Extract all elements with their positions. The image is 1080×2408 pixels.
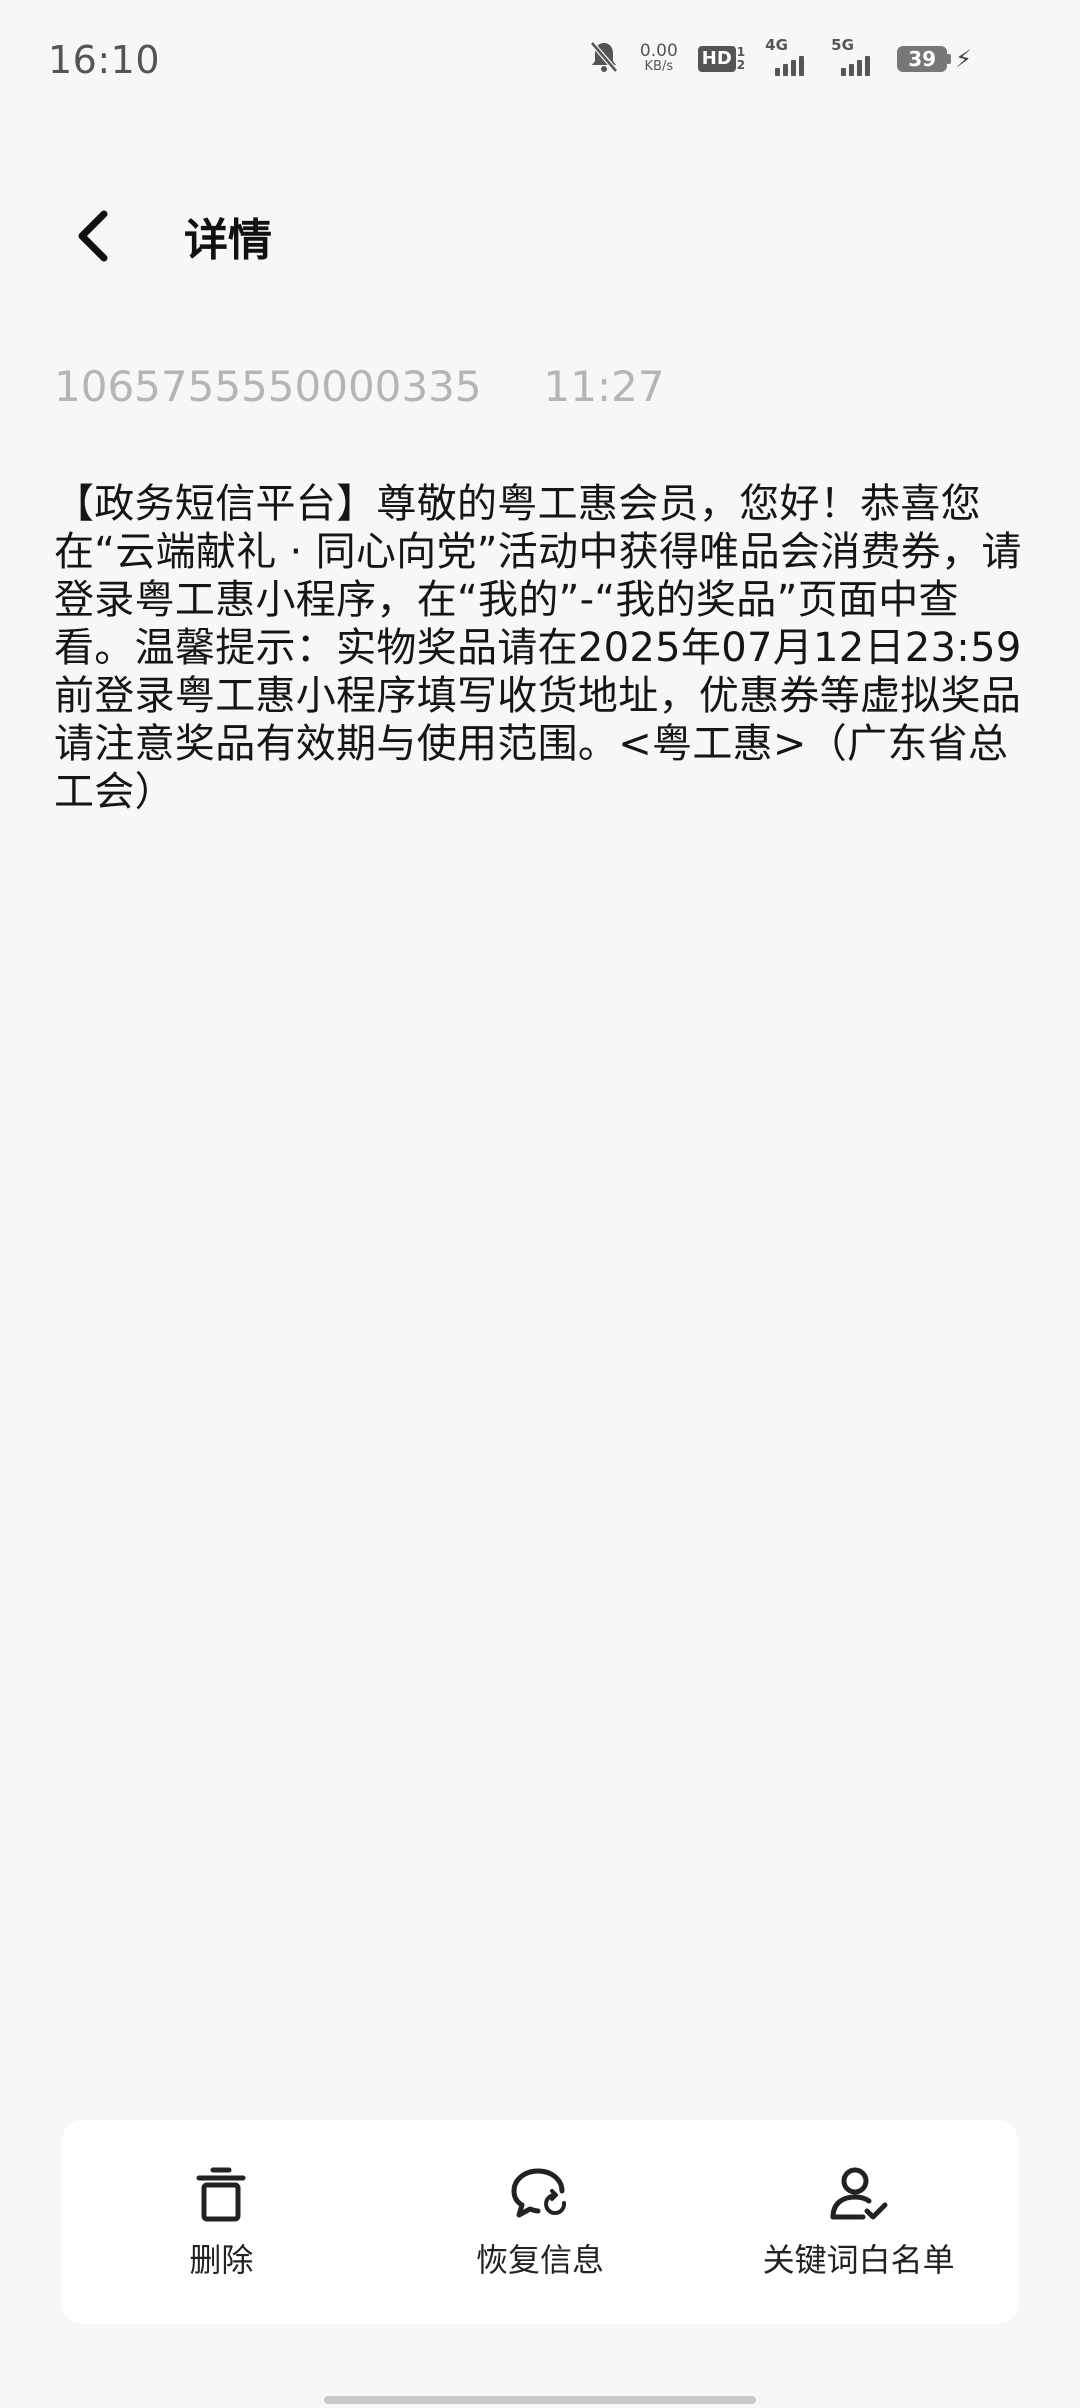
sender-number: 1065755550000335 [54, 362, 482, 411]
restore-message-button[interactable]: 恢复信息 [390, 2163, 690, 2281]
status-icons: 0.00 KB/s HD 1 2 4G 5G 39 ⚡ [588, 36, 972, 78]
delete-button[interactable]: 删除 [71, 2163, 371, 2281]
hd-icon: HD 1 2 [697, 46, 746, 72]
signal-4g-icon: 4G [765, 36, 811, 76]
hd-sub-bottom: 2 [736, 58, 746, 72]
network-speed: 0.00 KB/s [640, 43, 678, 75]
signal-5g-label: 5G [831, 36, 854, 54]
trash-icon [189, 2163, 253, 2227]
chat-restore-icon [508, 2163, 572, 2227]
message-time: 11:27 [543, 362, 665, 411]
action-bar: 删除 恢复信息 关键词白名单 [62, 2120, 1018, 2324]
mute-bell-icon [588, 40, 620, 78]
back-button[interactable] [56, 198, 132, 274]
restore-message-label: 恢复信息 [475, 2241, 604, 2279]
delete-label: 删除 [189, 2241, 254, 2279]
battery-level: 39 [897, 46, 948, 72]
battery-icon: 39 ⚡ [897, 45, 972, 73]
keyword-whitelist-button[interactable]: 关键词白名单 [709, 2163, 1009, 2281]
status-bar: 16:10 0.00 KB/s HD 1 2 4G 5G 39 ⚡ [0, 0, 1080, 120]
hd-label: HD [697, 46, 736, 72]
keyword-whitelist-label: 关键词白名单 [762, 2241, 955, 2279]
message-body: 【政务短信平台】尊敬的粤工惠会员，您好！恭喜您在“云端献礼 · 同心向党”活动中… [54, 481, 1022, 815]
user-check-icon [827, 2163, 891, 2227]
home-indicator[interactable] [324, 2396, 756, 2404]
charging-bolt-icon: ⚡ [955, 45, 972, 73]
message-meta: 1065755550000335 11:27 [54, 362, 665, 411]
page-title: 详情 [184, 215, 272, 266]
network-speed-unit: KB/s [644, 59, 674, 74]
network-speed-value: 0.00 [639, 41, 678, 61]
signal-4g-label: 4G [765, 36, 788, 54]
app-header: 详情 [0, 180, 1080, 290]
signal-5g-icon: 5G [831, 36, 877, 76]
chevron-left-icon [78, 210, 108, 262]
status-time: 16:10 [48, 38, 161, 82]
